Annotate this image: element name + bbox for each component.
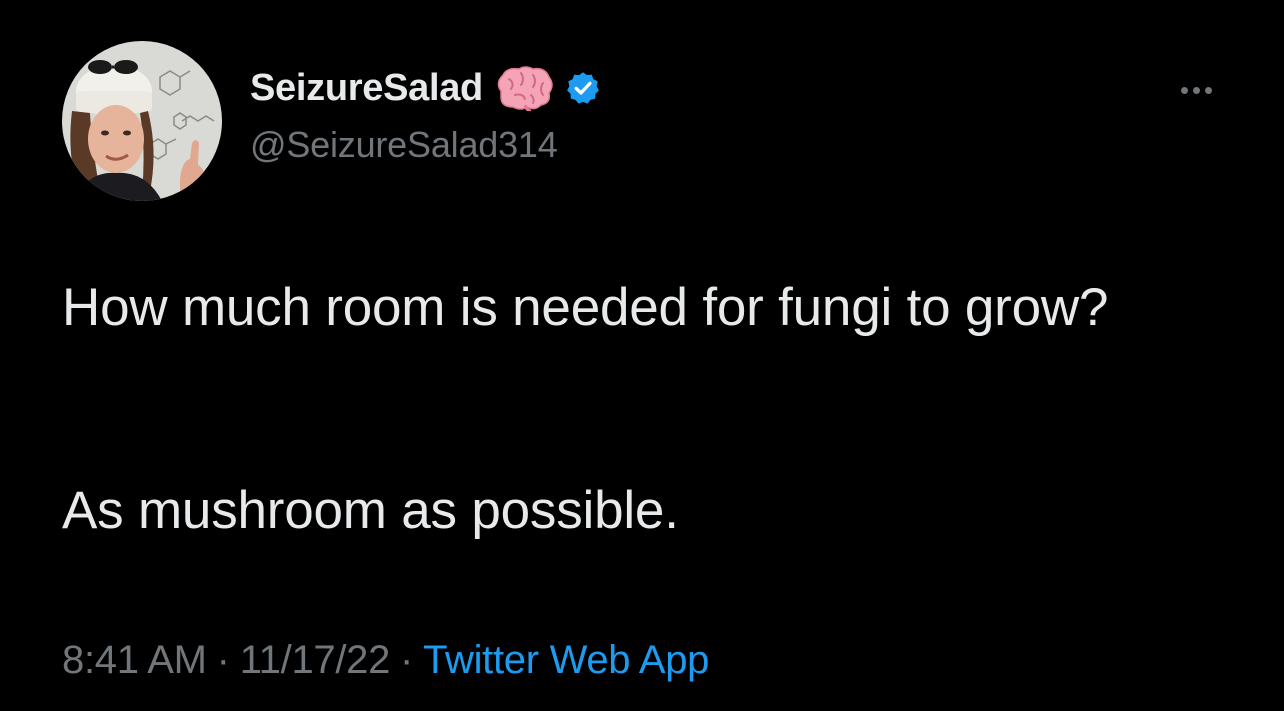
more-dot <box>1192 86 1200 94</box>
meta-separator: · <box>400 638 414 682</box>
more-dot <box>1180 86 1188 94</box>
author-handle[interactable]: @SeizureSalad314 <box>250 124 558 166</box>
tweet-date[interactable]: 11/17/22 <box>240 638 391 682</box>
tweet-time[interactable]: 8:41 AM <box>62 638 207 682</box>
tweet-text-paragraph: How much room is needed for fungi to gro… <box>62 278 1109 337</box>
display-name[interactable]: SeizureSalad <box>250 67 483 110</box>
tweet-text-paragraph: As mushroom as possible. <box>62 481 679 540</box>
brain-icon <box>495 65 553 111</box>
avatar[interactable] <box>62 41 222 201</box>
verified-badge-icon[interactable] <box>565 70 601 106</box>
tweet-detail: SeizureSalad @SeizureSalad314 How much r… <box>0 0 1284 711</box>
meta-separator: · <box>216 638 230 682</box>
author-name-row: SeizureSalad <box>250 62 601 114</box>
profile-photo <box>62 41 222 201</box>
more-dot <box>1204 86 1212 94</box>
tweet-metadata: 8:41 AM · 11/17/22 · Twitter Web App <box>62 632 709 688</box>
tweet-source-link[interactable]: Twitter Web App <box>423 638 709 682</box>
more-options-icon[interactable] <box>1172 74 1220 106</box>
